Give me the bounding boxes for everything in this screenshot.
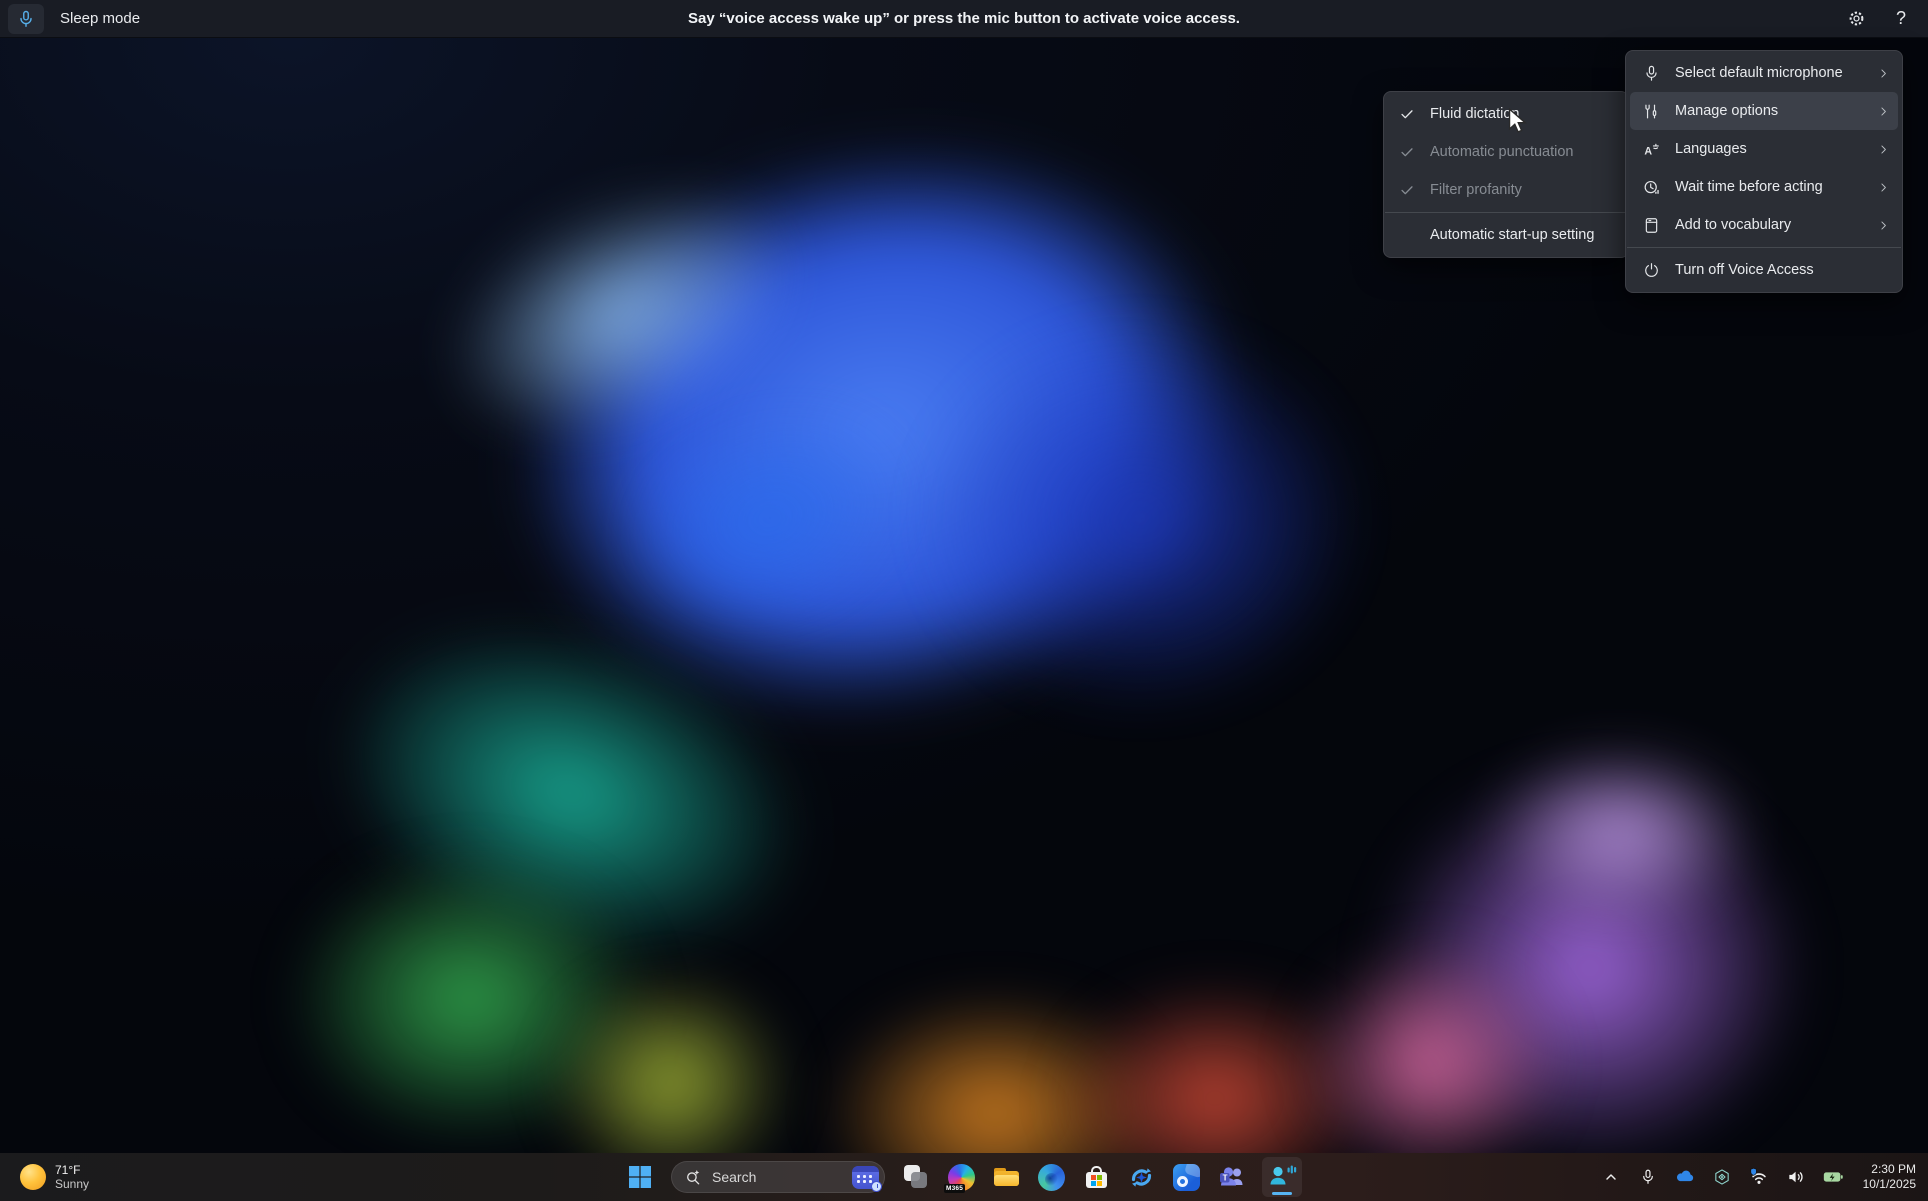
hidden-icons-chevron[interactable] [1600, 1166, 1622, 1188]
svg-text:T: T [1222, 1173, 1227, 1182]
svg-text:A: A [1644, 145, 1652, 157]
onedrive-icon[interactable] [1674, 1166, 1696, 1188]
file-explorer-icon [993, 1164, 1020, 1191]
tools-icon [1640, 102, 1662, 121]
active-app-indicator [1272, 1192, 1292, 1196]
wifi-shield-icon[interactable] [1748, 1166, 1770, 1188]
check-icon [1398, 105, 1418, 123]
check-icon [1398, 181, 1418, 199]
voice-access-icon [1267, 1163, 1297, 1191]
voice-access-bar: Sleep mode Say “voice access wake up” or… [0, 0, 1928, 38]
tray-microphone-icon[interactable] [1637, 1166, 1659, 1188]
menu-item-wait-time-before-acting[interactable]: Wait time before acting [1626, 168, 1902, 206]
m365-badge: M365 [944, 1184, 965, 1193]
search-placeholder: Search [712, 1169, 852, 1185]
clock-icon [1640, 178, 1662, 197]
help-icon[interactable]: ? [1896, 8, 1906, 29]
taskbar: 71°F Sunny Search [0, 1153, 1928, 1201]
check-icon [1398, 143, 1418, 161]
microsoft-store-icon [1083, 1164, 1110, 1191]
menu-item-languages[interactable]: A Languages [1626, 130, 1902, 168]
microsoft-store-app[interactable] [1082, 1163, 1110, 1191]
menu-item-automatic-startup-setting[interactable]: Automatic start-up setting [1384, 216, 1628, 254]
hexagon-app-icon[interactable] [1711, 1166, 1733, 1188]
search-input[interactable]: Search [671, 1161, 885, 1193]
outlook-app[interactable] [1172, 1163, 1200, 1191]
file-explorer-app[interactable] [992, 1163, 1020, 1191]
chevron-right-icon [1876, 219, 1890, 232]
sun-icon [20, 1164, 46, 1190]
chevron-right-icon [1876, 105, 1890, 118]
chevron-right-icon [1876, 143, 1890, 156]
weather-condition: Sunny [55, 1177, 89, 1191]
battery-charging-icon[interactable] [1822, 1166, 1844, 1188]
microphone-icon [1640, 64, 1662, 83]
m365-copilot-app[interactable]: M365 [947, 1163, 975, 1191]
menu-item-add-to-vocabulary[interactable]: Add to vocabulary [1626, 206, 1902, 244]
teams-app[interactable]: T [1217, 1163, 1245, 1191]
chevron-right-icon [1876, 181, 1890, 194]
speaker-icon[interactable] [1785, 1166, 1807, 1188]
search-icon [684, 1168, 703, 1187]
teams-icon: T [1218, 1164, 1245, 1191]
task-view-button[interactable] [902, 1163, 930, 1191]
menu-item-select-default-microphone[interactable]: Select default microphone [1626, 54, 1902, 92]
start-button[interactable] [626, 1163, 654, 1191]
edge-icon [1038, 1164, 1065, 1191]
microphone-icon [16, 9, 36, 29]
gear-icon[interactable] [1847, 9, 1866, 28]
windows-logo-icon [628, 1165, 652, 1189]
clock-date: 10/1/2025 [1863, 1177, 1916, 1192]
book-icon [1640, 216, 1662, 235]
menu-item-filter-profanity[interactable]: Filter profanity [1384, 171, 1628, 209]
menu-item-manage-options[interactable]: Manage options [1630, 92, 1898, 130]
desktop-screen: Sleep mode Say “voice access wake up” or… [0, 0, 1928, 1201]
voice-access-settings-menu: Select default microphone Manage options… [1625, 50, 1903, 293]
power-icon [1640, 261, 1662, 280]
voice-access-mic-button[interactable] [8, 4, 44, 34]
language-icon: A [1640, 140, 1662, 159]
voice-access-instruction: Say “voice access wake up” or press the … [688, 10, 1240, 27]
chevron-right-icon [1876, 67, 1890, 80]
voice-access-app[interactable] [1262, 1157, 1302, 1197]
outlook-icon [1173, 1164, 1200, 1191]
clock-time: 2:30 PM [1863, 1162, 1916, 1177]
edge-app[interactable] [1037, 1163, 1065, 1191]
mouse-cursor [1506, 108, 1528, 139]
menu-separator [1385, 212, 1627, 213]
weather-widget[interactable]: 71°F Sunny [12, 1153, 97, 1201]
voice-access-state-label: Sleep mode [60, 10, 140, 27]
sync-sparkle-icon [1128, 1164, 1155, 1191]
weather-temperature: 71°F [55, 1163, 89, 1177]
menu-separator [1627, 247, 1901, 248]
menu-item-turn-off-voice-access[interactable]: Turn off Voice Access [1626, 251, 1902, 289]
taskbar-clock[interactable]: 2:30 PM 10/1/2025 [1863, 1162, 1916, 1192]
sync-app[interactable] [1127, 1163, 1155, 1191]
search-highlights-icon [852, 1166, 879, 1189]
